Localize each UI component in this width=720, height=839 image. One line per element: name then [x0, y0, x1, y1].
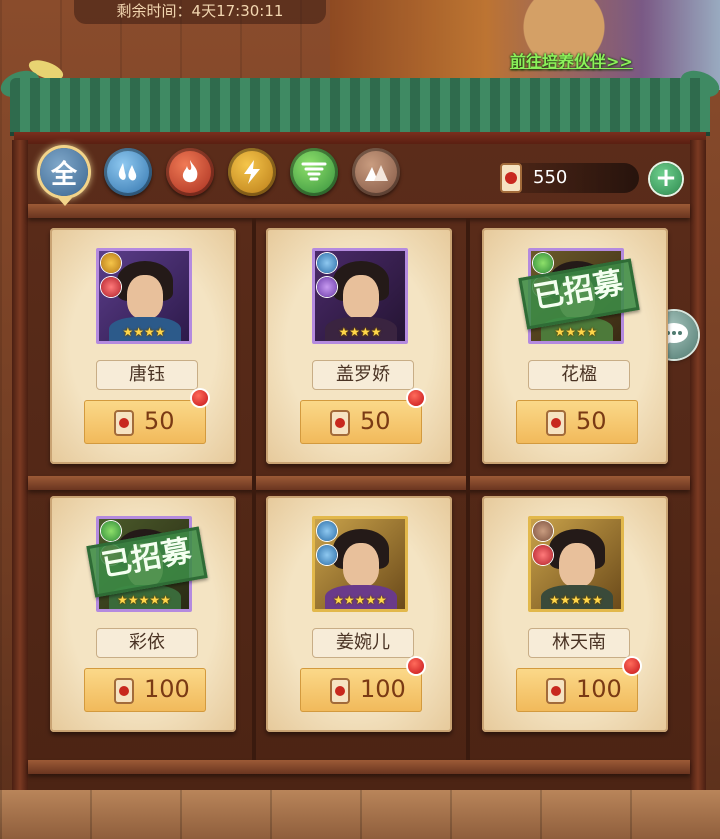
filter-water-button[interactable] [104, 148, 152, 196]
roof-beam [14, 132, 706, 144]
hero-banner-art [330, 0, 720, 90]
filter-all-button[interactable]: 全 [40, 148, 88, 206]
rocks-icon [365, 165, 388, 181]
recruit-scroll-icon [114, 410, 134, 436]
recruit-scroll-icon [114, 678, 134, 704]
recruit-scroll-icon [330, 678, 350, 704]
recruit-price-button[interactable]: 50 [300, 400, 422, 444]
partner-name: 林天南 [528, 628, 630, 658]
recruit-price-button[interactable]: 50 [84, 400, 206, 444]
partner-portrait: ★★★★★ [312, 516, 408, 612]
water-element-icon [317, 253, 337, 273]
filter-thunder-button[interactable] [228, 148, 276, 196]
recruit-price-button[interactable]: 100 [516, 668, 638, 712]
partner-card[interactable]: ★★★★ 唐钰 50 [50, 228, 236, 464]
wood-floor [0, 790, 720, 839]
partner-name: 盖罗娇 [312, 360, 414, 390]
filter-fire-button[interactable] [166, 148, 214, 196]
shelf [28, 204, 690, 218]
notification-dot [624, 658, 640, 674]
recruit-scroll-icon [546, 678, 566, 704]
notification-dot [408, 390, 424, 406]
notification-dot [408, 658, 424, 674]
pillar-right [690, 140, 706, 790]
lightning-icon [244, 160, 260, 184]
add-scroll-button[interactable]: + [650, 163, 682, 195]
water-element-icon [317, 545, 337, 565]
star-rating: ★★★★★ [549, 593, 603, 607]
recruit-scroll-balance: 550 [500, 163, 639, 193]
fire-icon [182, 160, 198, 183]
portrait-face [559, 543, 595, 587]
partner-card[interactable]: ★★★★ 盖罗娇 50 [266, 228, 452, 464]
price-value: 100 [144, 675, 190, 703]
wind-element-icon [101, 521, 121, 541]
recruit-price-button[interactable]: 100 [84, 668, 206, 712]
goto-train-partner-link[interactable]: 前往培养伙伴>> [510, 48, 670, 71]
lightning-element-icon [101, 253, 121, 273]
support-type-icon [317, 277, 337, 297]
partner-card[interactable]: ★★★★ 花楹 50 已招募 [482, 228, 668, 464]
partner-name: 姜婉儿 [312, 628, 414, 658]
wind-element-icon [533, 253, 553, 273]
filter-wind-button[interactable] [290, 148, 338, 196]
portrait-face [343, 275, 379, 319]
recruit-price-button[interactable]: 50 [516, 400, 638, 444]
star-rating: ★★★★ [554, 325, 598, 339]
price-value: 50 [360, 407, 391, 435]
event-timer: 剩余时间：4天17:30:11 [74, 0, 326, 24]
attack-type-icon [101, 277, 121, 297]
portrait-face [127, 275, 163, 319]
recruit-scroll-icon [330, 410, 350, 436]
portrait-face [343, 543, 379, 587]
recruit-scroll-icon [500, 163, 522, 193]
tornado-icon [301, 162, 327, 181]
partner-portrait: ★★★★★ [528, 516, 624, 612]
filter-earth-button[interactable] [352, 148, 400, 196]
earth-element-icon [533, 521, 553, 541]
attack-type-icon [533, 545, 553, 565]
recruit-price-button[interactable]: 100 [300, 668, 422, 712]
water-drop-icon [118, 163, 137, 181]
scroll-amount: 550 [533, 167, 568, 188]
star-rating: ★★★★ [122, 325, 166, 339]
partner-card[interactable]: ★★★★★ 彩依 100 已招募 [50, 496, 236, 732]
shelf [28, 760, 690, 774]
star-rating: ★★★★★ [117, 593, 171, 607]
notification-dot [192, 390, 208, 406]
partner-card[interactable]: ★★★★★ 姜婉儿 100 [266, 496, 452, 732]
price-value: 50 [576, 407, 607, 435]
price-value: 100 [576, 675, 622, 703]
water-element-icon [317, 521, 337, 541]
star-rating: ★★★★ [338, 325, 382, 339]
partner-name: 花楹 [528, 360, 630, 390]
pillar-left [12, 140, 28, 790]
pavilion-roof [10, 78, 710, 132]
recruit-scroll-icon [546, 410, 566, 436]
partner-name: 唐钰 [96, 360, 198, 390]
all-icon: 全 [50, 159, 77, 190]
shelf-divider [252, 218, 256, 760]
partner-name: 彩依 [96, 628, 198, 658]
star-rating: ★★★★★ [333, 593, 387, 607]
plus-icon: + [655, 163, 677, 193]
shelf [28, 476, 690, 490]
partner-card[interactable]: ★★★★★ 林天南 100 [482, 496, 668, 732]
partner-portrait: ★★★★ [96, 248, 192, 344]
shelf-divider [466, 218, 470, 760]
price-value: 100 [360, 675, 406, 703]
price-value: 50 [144, 407, 175, 435]
partner-portrait: ★★★★ [312, 248, 408, 344]
